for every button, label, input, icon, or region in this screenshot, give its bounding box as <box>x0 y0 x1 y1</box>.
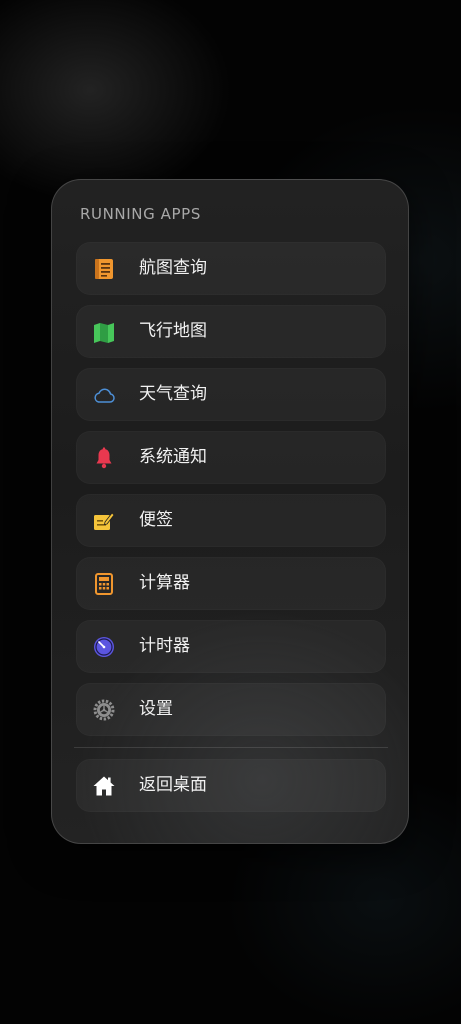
timer-icon <box>92 635 116 659</box>
app-label: 设置 <box>139 699 173 719</box>
app-item-chart-query[interactable]: 航图查询 <box>76 242 386 295</box>
app-label: 飞行地图 <box>139 321 207 341</box>
document-icon <box>92 257 116 281</box>
app-item-timer[interactable]: 计时器 <box>76 620 386 673</box>
calculator-icon <box>92 572 116 596</box>
app-label: 便签 <box>139 510 173 530</box>
app-label: 天气查询 <box>139 384 207 404</box>
app-label: 计时器 <box>139 636 190 656</box>
running-apps-panel: RUNNING APPS 航图查询 飞行地图 天气查询 系统通知 便签 计算器 … <box>51 179 409 844</box>
home-icon <box>92 774 116 798</box>
panel-title: RUNNING APPS <box>80 205 201 223</box>
app-item-calculator[interactable]: 计算器 <box>76 557 386 610</box>
bell-icon <box>92 446 116 470</box>
gear-icon <box>92 698 116 722</box>
app-item-flight-map[interactable]: 飞行地图 <box>76 305 386 358</box>
home-label: 返回桌面 <box>139 775 207 795</box>
app-label: 计算器 <box>139 573 190 593</box>
app-label: 航图查询 <box>139 258 207 278</box>
app-item-settings[interactable]: 设置 <box>76 683 386 736</box>
app-label: 系统通知 <box>139 447 207 467</box>
cloud-icon <box>92 383 116 407</box>
map-icon <box>92 320 116 344</box>
app-item-weather-query[interactable]: 天气查询 <box>76 368 386 421</box>
return-home-button[interactable]: 返回桌面 <box>76 759 386 812</box>
app-item-memo[interactable]: 便签 <box>76 494 386 547</box>
app-item-system-notification[interactable]: 系统通知 <box>76 431 386 484</box>
memo-icon <box>92 509 116 533</box>
divider <box>74 747 388 748</box>
screen-background: RUNNING APPS 航图查询 飞行地图 天气查询 系统通知 便签 计算器 … <box>0 0 461 1024</box>
